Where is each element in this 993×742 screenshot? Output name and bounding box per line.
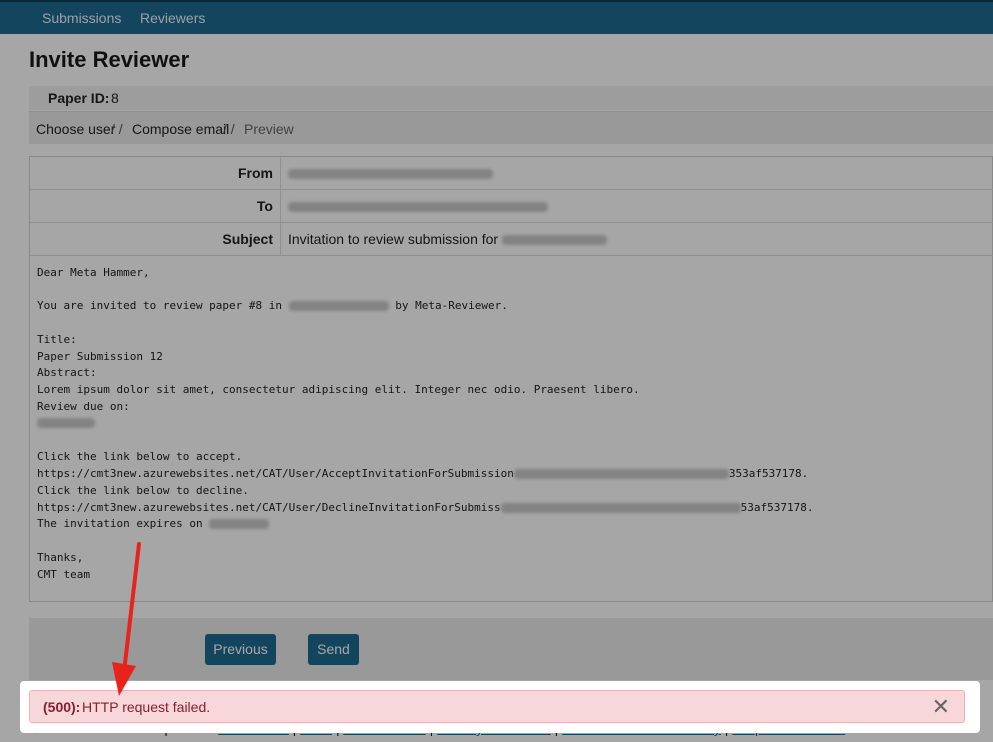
arrow-head: [112, 662, 136, 696]
annotation-arrow: [112, 542, 141, 696]
arrow-shaft: [122, 542, 141, 674]
